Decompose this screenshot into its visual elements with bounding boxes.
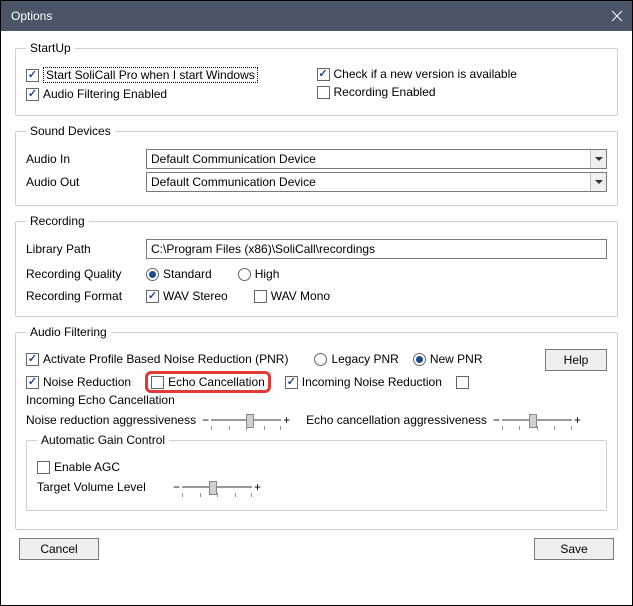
audio-out-dropdown[interactable]: Default Communication Device — [146, 172, 607, 192]
minus-icon: − — [493, 413, 500, 427]
plus-icon: + — [283, 413, 290, 427]
minus-icon: − — [173, 480, 180, 494]
new-pnr-label: New PNR — [430, 352, 483, 366]
sound-devices-legend: Sound Devices — [26, 124, 115, 138]
plus-icon: + — [574, 413, 581, 427]
activate-pnr-label: Activate Profile Based Noise Reduction (… — [43, 352, 288, 366]
audio-in-dropdown[interactable]: Default Communication Device — [146, 149, 607, 169]
incoming-noise-reduction-label: Incoming Noise Reduction — [302, 375, 442, 389]
audio-out-value: Default Communication Device — [151, 175, 316, 189]
audio-out-label: Audio Out — [26, 175, 146, 189]
ec-aggressiveness-label: Echo cancellation aggressiveness — [306, 413, 487, 427]
recording-group: Recording Library Path C:\Program Files … — [15, 214, 618, 317]
audio-filtering-enabled-checkbox[interactable] — [26, 88, 39, 101]
echo-cancellation-highlight: Echo Cancellation — [145, 371, 271, 393]
incoming-echo-cancellation-label: Incoming Echo Cancellation — [26, 393, 175, 407]
wav-stereo-label: WAV Stereo — [163, 289, 228, 303]
agc-legend: Automatic Gain Control — [37, 433, 169, 447]
quality-standard-radio[interactable] — [146, 268, 159, 281]
recording-quality-label: Recording Quality — [26, 267, 146, 281]
chevron-down-icon — [590, 150, 606, 168]
recording-format-label: Recording Format — [26, 289, 146, 303]
window-title: Options — [11, 9, 52, 23]
sound-devices-group: Sound Devices Audio In Default Communica… — [15, 124, 618, 206]
chevron-down-icon — [590, 173, 606, 191]
audio-filtering-group: Audio Filtering Help Activate Profile Ba… — [15, 325, 618, 530]
incoming-echo-cancellation-checkbox[interactable] — [456, 376, 469, 389]
recording-enabled-checkbox[interactable] — [317, 86, 330, 99]
plus-icon: + — [254, 480, 261, 494]
wav-mono-label: WAV Mono — [271, 289, 330, 303]
enable-agc-checkbox[interactable] — [37, 461, 50, 474]
legacy-pnr-label: Legacy PNR — [331, 352, 398, 366]
library-path-value: C:\Program Files (x86)\SoliCall\recordin… — [151, 242, 375, 256]
minus-icon: − — [202, 413, 209, 427]
start-with-windows-checkbox[interactable] — [26, 69, 39, 82]
startup-group: StartUp Start SoliCall Pro when I start … — [15, 41, 618, 116]
new-pnr-radio[interactable] — [413, 353, 426, 366]
close-button[interactable] — [602, 1, 632, 31]
close-icon — [611, 10, 623, 22]
recording-legend: Recording — [26, 214, 89, 228]
activate-pnr-checkbox[interactable] — [26, 353, 39, 366]
target-volume-slider[interactable]: − + — [171, 479, 263, 495]
help-button-label: Help — [564, 353, 589, 367]
agc-group: Automatic Gain Control Enable AGC Target… — [26, 433, 607, 511]
noise-reduction-checkbox[interactable] — [26, 376, 39, 389]
quality-high-radio[interactable] — [238, 268, 251, 281]
check-new-version-checkbox[interactable] — [317, 68, 330, 81]
quality-high-label: High — [255, 267, 280, 281]
library-path-label: Library Path — [26, 242, 146, 256]
echo-cancellation-checkbox[interactable] — [151, 376, 164, 389]
incoming-noise-reduction-checkbox[interactable] — [285, 376, 298, 389]
nr-aggressiveness-label: Noise reduction aggressiveness — [26, 413, 196, 427]
check-new-version-label: Check if a new version is available — [334, 67, 517, 81]
cancel-button-label: Cancel — [40, 542, 77, 556]
legacy-pnr-radio[interactable] — [314, 353, 327, 366]
audio-in-label: Audio In — [26, 152, 146, 166]
library-path-input[interactable]: C:\Program Files (x86)\SoliCall\recordin… — [146, 239, 607, 259]
nr-aggressiveness-slider[interactable]: − + — [200, 412, 292, 428]
ec-aggressiveness-slider[interactable]: − + — [491, 412, 583, 428]
wav-stereo-checkbox[interactable] — [146, 290, 159, 303]
audio-filtering-enabled-label: Audio Filtering Enabled — [43, 87, 167, 101]
echo-cancellation-label: Echo Cancellation — [168, 375, 265, 389]
save-button-label: Save — [560, 542, 587, 556]
audio-in-value: Default Communication Device — [151, 152, 316, 166]
titlebar: Options — [1, 1, 632, 31]
save-button[interactable]: Save — [534, 538, 614, 560]
target-volume-label: Target Volume Level — [37, 480, 167, 494]
audio-filtering-legend: Audio Filtering — [26, 325, 111, 339]
cancel-button[interactable]: Cancel — [19, 538, 99, 560]
quality-standard-label: Standard — [163, 267, 212, 281]
help-button[interactable]: Help — [545, 349, 607, 371]
wav-mono-checkbox[interactable] — [254, 290, 267, 303]
recording-enabled-label: Recording Enabled — [334, 85, 436, 99]
enable-agc-label: Enable AGC — [54, 460, 120, 474]
noise-reduction-label: Noise Reduction — [43, 375, 131, 389]
startup-legend: StartUp — [26, 41, 75, 55]
start-with-windows-label: Start SoliCall Pro when I start Windows — [43, 67, 258, 83]
